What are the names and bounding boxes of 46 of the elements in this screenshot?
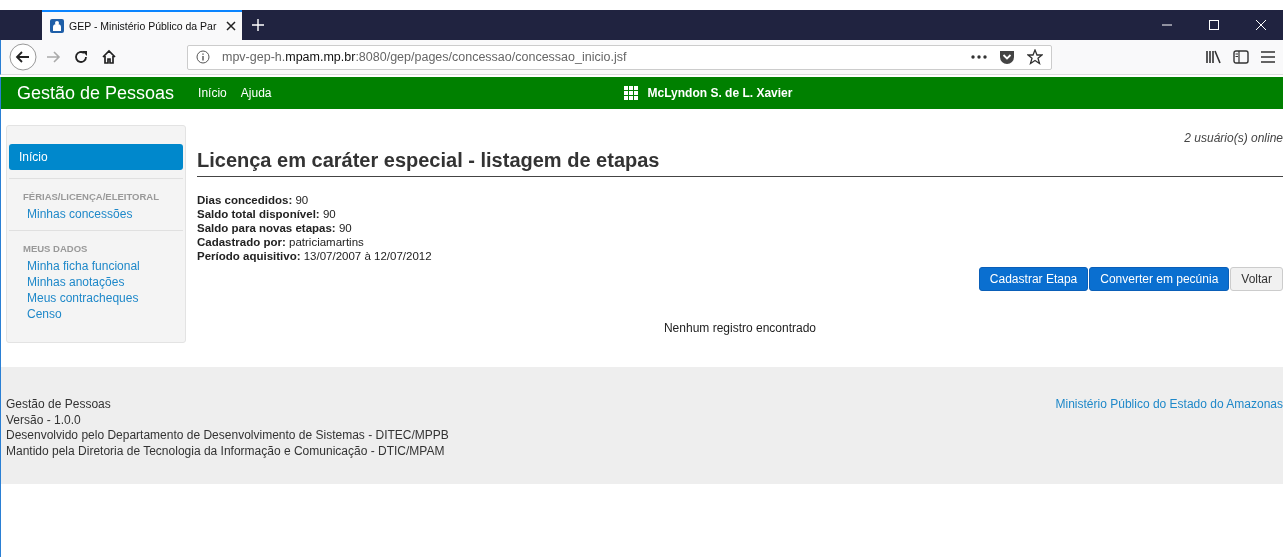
address-bar[interactable]: mpv-gep-h.mpam.mp.br:8080/gep/pages/concessao/concessao_inicio.jsf xyxy=(187,44,1052,70)
star-icon[interactable] xyxy=(1027,49,1043,65)
nav-link[interactable]: Início xyxy=(198,86,227,100)
library-icon[interactable] xyxy=(1205,50,1221,64)
section-heading: MEUS DADOS xyxy=(22,243,89,254)
nav-link[interactable]: Ajuda xyxy=(240,86,272,100)
detail-text: Saldo total disponível: 90 xyxy=(197,207,337,221)
browser-tab[interactable]: GEP - Ministério Público da Par xyxy=(42,10,242,40)
footer-text: Mantido pela Diretoria de Tecnologia da Informação e Comunicação - DTIC/MPAM xyxy=(6,443,446,459)
sidebar-item[interactable]: Meus contracheques xyxy=(9,290,183,306)
action-button[interactable]: Converter em pecúnia xyxy=(1089,267,1230,291)
home-icon[interactable] xyxy=(101,49,117,65)
more-icon[interactable] xyxy=(971,55,987,59)
online-users-text: 2 usuário(s) online xyxy=(1183,131,1283,145)
close-icon[interactable] xyxy=(226,21,236,31)
page-title: Licença em caráter especial - listagem de etapas xyxy=(197,149,1283,177)
reload-icon[interactable] xyxy=(73,49,89,65)
footer-text: Gestão de Pessoas xyxy=(6,397,112,413)
tab-title: GEP - Ministério Público da Par xyxy=(69,20,218,32)
detail-text: Cadastrado por: patriciamartins xyxy=(197,235,365,249)
sidebar-item[interactable]: Censo xyxy=(9,306,183,322)
action-button[interactable]: Cadastrar Etapa xyxy=(978,267,1089,291)
section-heading: FÉRIAS/LICENÇA/ELEITORAL xyxy=(22,191,160,202)
footer-text: Versão - 1.0.0 xyxy=(6,412,82,428)
app-title[interactable]: Gestão de Pessoas xyxy=(17,82,175,104)
action-button[interactable]: Voltar xyxy=(1230,267,1283,291)
sidebar-item[interactable]: Minhas anotações xyxy=(9,274,183,290)
detail-text: Dias concedidos: 90 xyxy=(197,193,310,207)
apps-grid-icon[interactable] xyxy=(623,86,638,100)
back-icon[interactable] xyxy=(9,43,37,71)
sidebar-item[interactable]: Minha ficha funcional xyxy=(9,258,183,274)
menu-icon[interactable] xyxy=(1261,51,1275,63)
footer-text: Desenvolvido pelo Departamento de Desenvolvimento de Sistemas - DITEC/MPPB xyxy=(6,428,449,444)
user-name[interactable]: McLyndon S. de L. Xavier xyxy=(647,86,793,100)
footer-link[interactable]: Ministério Público do Estado do Amazonas xyxy=(1055,397,1283,484)
person-icon xyxy=(50,19,64,33)
maximize-icon[interactable] xyxy=(1209,20,1219,30)
sidebar-item[interactable]: Início xyxy=(9,144,183,170)
info-icon xyxy=(196,50,210,64)
sidebar-item[interactable]: Minhas concessões xyxy=(9,206,183,222)
pocket-icon[interactable] xyxy=(999,49,1015,65)
detail-text: Saldo para novas etapas: 90 xyxy=(197,221,353,235)
sidebar-icon[interactable] xyxy=(1233,50,1249,64)
detail-text: Período aquisitivo: 13/07/2007 à 12/07/2012 xyxy=(197,249,433,263)
new-tab-icon[interactable] xyxy=(252,19,264,31)
empty-message: Nenhum registro encontrado xyxy=(662,321,818,335)
